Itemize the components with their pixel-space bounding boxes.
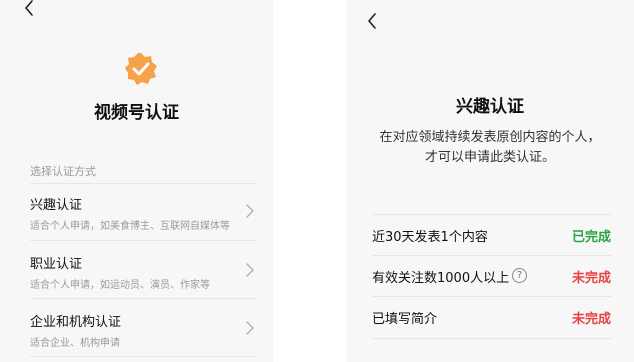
section-label: 选择认证方式 [30, 165, 96, 178]
back-arrow-icon[interactable] [363, 12, 381, 30]
status-incomplete: 未完成 [572, 312, 612, 327]
chevron-right-icon [246, 263, 254, 277]
divider [372, 338, 612, 339]
option-description: 适合个人申请，如运动员、演员、作家等 [30, 280, 210, 291]
option-enterprise-verification[interactable]: 企业和机构认证 适合企业、机构申请 [0, 299, 273, 353]
option-name: 兴趣认证 [30, 198, 83, 213]
requirement-followers: 有效关注数1000人以上 ? 未完成 [346, 256, 634, 296]
option-name: 职业认证 [30, 257, 83, 272]
option-name: 企业和机构认证 [30, 315, 122, 330]
option-description: 适合个人申请，如美食博主、互联网自媒体等 [30, 221, 230, 232]
option-description: 适合企业、机构申请 [30, 338, 120, 349]
page-title: 兴趣认证 [456, 97, 524, 117]
divider [30, 356, 256, 357]
chevron-right-icon [246, 321, 254, 335]
status-incomplete: 未完成 [572, 271, 612, 286]
video-account-verification-screen: 视频号认证 选择认证方式 兴趣认证 适合个人申请，如美食博主、互联网自媒体等 职… [0, 0, 273, 362]
question-mark-icon[interactable]: ? [512, 268, 527, 283]
option-interest-verification[interactable]: 兴趣认证 适合个人申请，如美食博主、互联网自媒体等 [0, 184, 273, 238]
intro-line-1: 在对应领域持续发表原创内容的个人， [379, 130, 601, 145]
chevron-right-icon [246, 204, 254, 218]
option-professional-verification[interactable]: 职业认证 适合个人申请，如运动员、演员、作家等 [0, 241, 273, 295]
verified-badge-icon [125, 53, 157, 85]
page-title: 视频号认证 [94, 103, 179, 123]
back-arrow-icon[interactable] [20, 0, 38, 17]
status-completed: 已完成 [572, 230, 612, 245]
requirement-label: 已填写简介 [372, 312, 438, 327]
requirement-bio: 已填写简介 未完成 [346, 297, 634, 337]
requirement-recent-posts: 近30天发表1个内容 已完成 [346, 215, 634, 255]
requirement-label: 近30天发表1个内容 [372, 230, 488, 245]
requirement-label: 有效关注数1000人以上 [372, 271, 510, 286]
intro-line-2: 才可以申请此类认证。 [424, 150, 555, 165]
